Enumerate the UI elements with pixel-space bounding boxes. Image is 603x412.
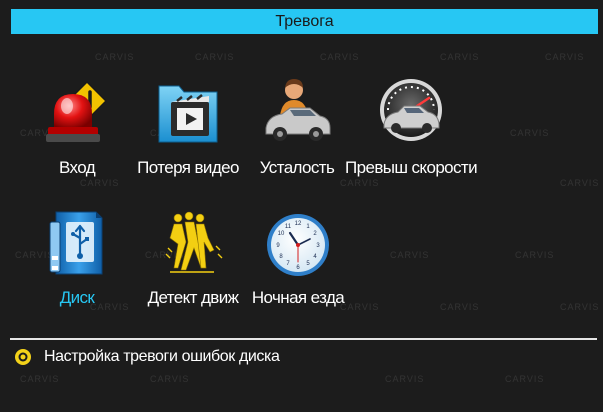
watermark: CARVIS xyxy=(560,302,600,312)
driver-car-icon xyxy=(265,79,331,141)
menu-item-motion-detect[interactable]: Детект движ xyxy=(133,208,253,318)
watermark: CARVIS xyxy=(545,52,585,62)
watermark: CARVIS xyxy=(20,374,60,384)
menu-item-disk[interactable]: Диск xyxy=(17,208,137,318)
watermark: CARVIS xyxy=(95,52,135,62)
menu-item-label: Диск xyxy=(59,288,95,307)
menu-item-input[interactable]: Вход xyxy=(17,76,137,186)
menu-item-label: Детект движ xyxy=(147,288,239,307)
video-folder-icon xyxy=(158,85,218,143)
hint-text: Настройка тревоги ошибок диска xyxy=(44,348,280,365)
watermark: CARVIS xyxy=(515,250,555,260)
watermark: CARVIS xyxy=(440,302,480,312)
svg-text:11: 11 xyxy=(285,224,292,230)
clock-icon: 12 1 2 3 4 5 6 7 8 9 10 11 xyxy=(267,214,329,276)
alarm-siren-icon xyxy=(46,80,108,142)
menu-item-label: Усталость xyxy=(259,158,335,177)
watermark: CARVIS xyxy=(440,52,480,62)
menu-item-label: Ночная езда xyxy=(251,288,345,307)
watermark: CARVIS xyxy=(150,374,190,384)
menu-item-night-driving[interactable]: 12 1 2 3 4 5 6 7 8 9 10 11 Ночная езда xyxy=(238,208,358,318)
menu-item-fatigue[interactable]: Усталость xyxy=(237,76,357,186)
motion-figures-icon xyxy=(165,211,223,273)
radio-bullet-icon xyxy=(15,349,31,365)
window-title: Тревога xyxy=(11,9,598,34)
watermark: CARVIS xyxy=(505,374,545,384)
svg-text:12: 12 xyxy=(295,221,302,227)
watermark: CARVIS xyxy=(390,250,430,260)
usb-disk-icon xyxy=(49,211,103,275)
divider xyxy=(10,338,597,340)
watermark: CARVIS xyxy=(385,374,425,384)
watermark: CARVIS xyxy=(560,178,600,188)
alarm-menu-screen: Тревога CARVIS CARVIS CARVIS CARVIS CARV… xyxy=(0,0,603,412)
svg-text:10: 10 xyxy=(278,231,285,237)
speedometer-car-icon xyxy=(380,79,442,141)
menu-item-label: Вход xyxy=(58,158,96,177)
watermark: CARVIS xyxy=(195,52,235,62)
menu-item-overspeed[interactable]: Превыш скорости xyxy=(345,76,478,186)
watermark: CARVIS xyxy=(510,128,550,138)
menu-item-label: Потеря видео xyxy=(137,158,239,177)
menu-item-label: Превыш скорости xyxy=(344,158,478,177)
watermark: CARVIS xyxy=(320,52,360,62)
menu-item-video-loss[interactable]: Потеря видео xyxy=(128,76,248,186)
status-hint: Настройка тревоги ошибок диска xyxy=(12,344,280,370)
